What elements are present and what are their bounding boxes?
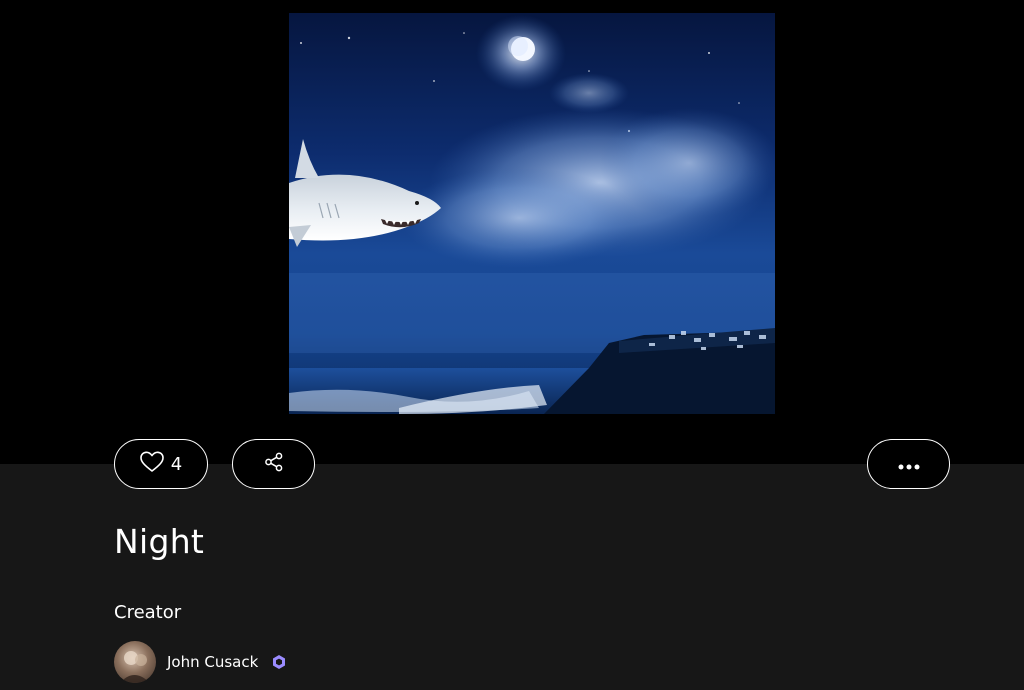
artwork-stage [0, 0, 1024, 464]
creator-section-label: Creator [114, 602, 182, 623]
artwork-image[interactable] [289, 13, 775, 414]
verified-badge-icon [271, 654, 287, 670]
artwork-illustration [289, 15, 775, 414]
share-icon [264, 452, 284, 476]
avatar[interactable] [114, 641, 156, 683]
more-dots-icon [898, 455, 920, 474]
share-button[interactable] [232, 439, 315, 489]
creator-name[interactable]: John Cusack [167, 653, 258, 671]
creator-row[interactable]: John Cusack [114, 640, 287, 684]
more-options-button[interactable] [867, 439, 950, 489]
like-count: 4 [170, 453, 183, 475]
heart-icon [139, 451, 164, 477]
post-title: Night [114, 522, 205, 561]
like-button[interactable]: 4 [114, 439, 208, 489]
